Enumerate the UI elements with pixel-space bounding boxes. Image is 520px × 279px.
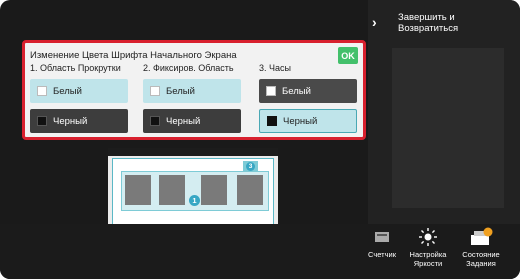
bottom-bar: Счетчик Настройка Яркости Состояние Зада… [0,224,520,279]
brightness-button[interactable]: Настройка Яркости [406,224,450,268]
brightness-label: Настройка Яркости [409,250,447,268]
dialog-title: Изменение Цвета Шрифта Начального Экрана [30,50,237,61]
scroll-area-black-option[interactable]: Черный [30,109,128,133]
preview-icon-block [237,175,263,205]
column-label-scroll-area: 1. Область Прокрутки [30,63,121,73]
home-screen-font-color-dialog: Изменение Цвета Шрифта Начального Экрана… [22,40,366,140]
column-label-clock: 3. Часы [259,63,291,73]
preview-top-bar [108,148,278,156]
preview-clock-marker: 3 [243,161,258,171]
white-swatch-icon [37,86,47,96]
counter-icon [374,224,390,250]
job-status-button[interactable]: Состояние Задания [454,224,508,268]
marker-3: 3 [246,161,255,171]
option-label: Черный [53,115,88,127]
fixed-area-black-option[interactable]: Черный [143,109,241,133]
white-swatch-icon [266,86,276,96]
preview-icon-block [159,175,185,205]
clock-white-option[interactable]: Белый [259,79,357,103]
option-label: Белый [166,85,195,97]
black-swatch-icon [37,116,47,126]
brightness-icon [418,224,438,250]
screen: › Завершить и Возвратиться Изменение Цве… [0,0,520,279]
preview-scroll-area: 3 1 [112,158,274,230]
clock-black-option[interactable]: Черный [259,109,357,133]
ok-button[interactable]: OK [338,47,358,64]
job-status-icon [469,224,493,250]
option-label: Черный [283,115,318,127]
black-swatch-icon [150,116,160,126]
column-label-fixed-area: 2. Фиксиров. Область [143,63,234,73]
marker-1: 1 [189,195,200,206]
option-label: Черный [166,115,201,127]
finish-and-return-button[interactable]: › Завершить и Возвратиться [370,8,510,42]
counter-label: Счетчик [368,250,396,259]
black-swatch-icon [267,116,277,126]
option-label: Белый [53,85,82,97]
counter-button[interactable]: Счетчик [360,224,404,259]
scroll-area-white-option[interactable]: Белый [30,79,128,103]
preview-icon-block [125,175,151,205]
fixed-area-white-option[interactable]: Белый [143,79,241,103]
right-panel-shade [392,48,504,208]
white-swatch-icon [150,86,160,96]
chevron-right-icon: › [372,14,377,30]
option-label: Белый [282,85,311,97]
job-status-label: Состояние Задания [462,250,500,268]
finish-and-return-label: Завершить и Возвратиться [398,12,459,34]
preview-icon-block [201,175,227,205]
